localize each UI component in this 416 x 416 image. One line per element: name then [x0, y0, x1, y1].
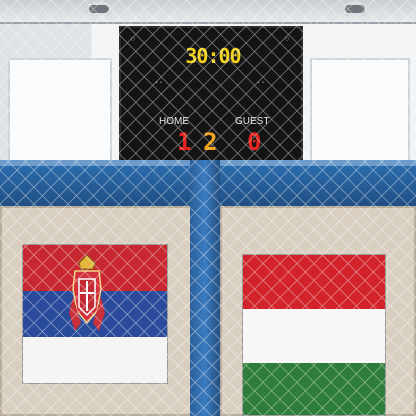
wall-window [310, 58, 410, 172]
flag-stripe-white [243, 309, 385, 363]
ceiling-lamp [342, 2, 368, 16]
period-number: 2 [203, 128, 218, 156]
blue-pillar [190, 160, 220, 416]
scoreboard-dots: • • [257, 80, 265, 86]
hungarian-flag [242, 254, 386, 416]
ceiling-lamp [86, 2, 112, 16]
guest-label: GUEST [235, 116, 270, 127]
flag-stripe-red [243, 255, 385, 309]
game-clock: 30:00 [185, 44, 241, 68]
water-polo-arena-scene: ○ ○ 30:00 • • • • HOME GUEST 1 2 0 [0, 0, 416, 416]
home-label: HOME [159, 116, 189, 127]
scoreboard-dots: • • [155, 80, 163, 86]
flag-stripe-green [243, 363, 385, 415]
serbian-flag [22, 244, 168, 384]
scoreboard-indicator: ○ [131, 36, 136, 42]
guest-score: 0 [247, 128, 262, 156]
wall-window [8, 58, 112, 172]
ceiling-bar [0, 0, 416, 24]
home-score: 1 [177, 128, 192, 156]
serbian-coat-of-arms-icon [69, 254, 105, 331]
scoreboard: ○ ○ 30:00 • • • • HOME GUEST 1 2 0 [119, 26, 303, 166]
scoreboard-indicator: ○ [285, 36, 290, 42]
